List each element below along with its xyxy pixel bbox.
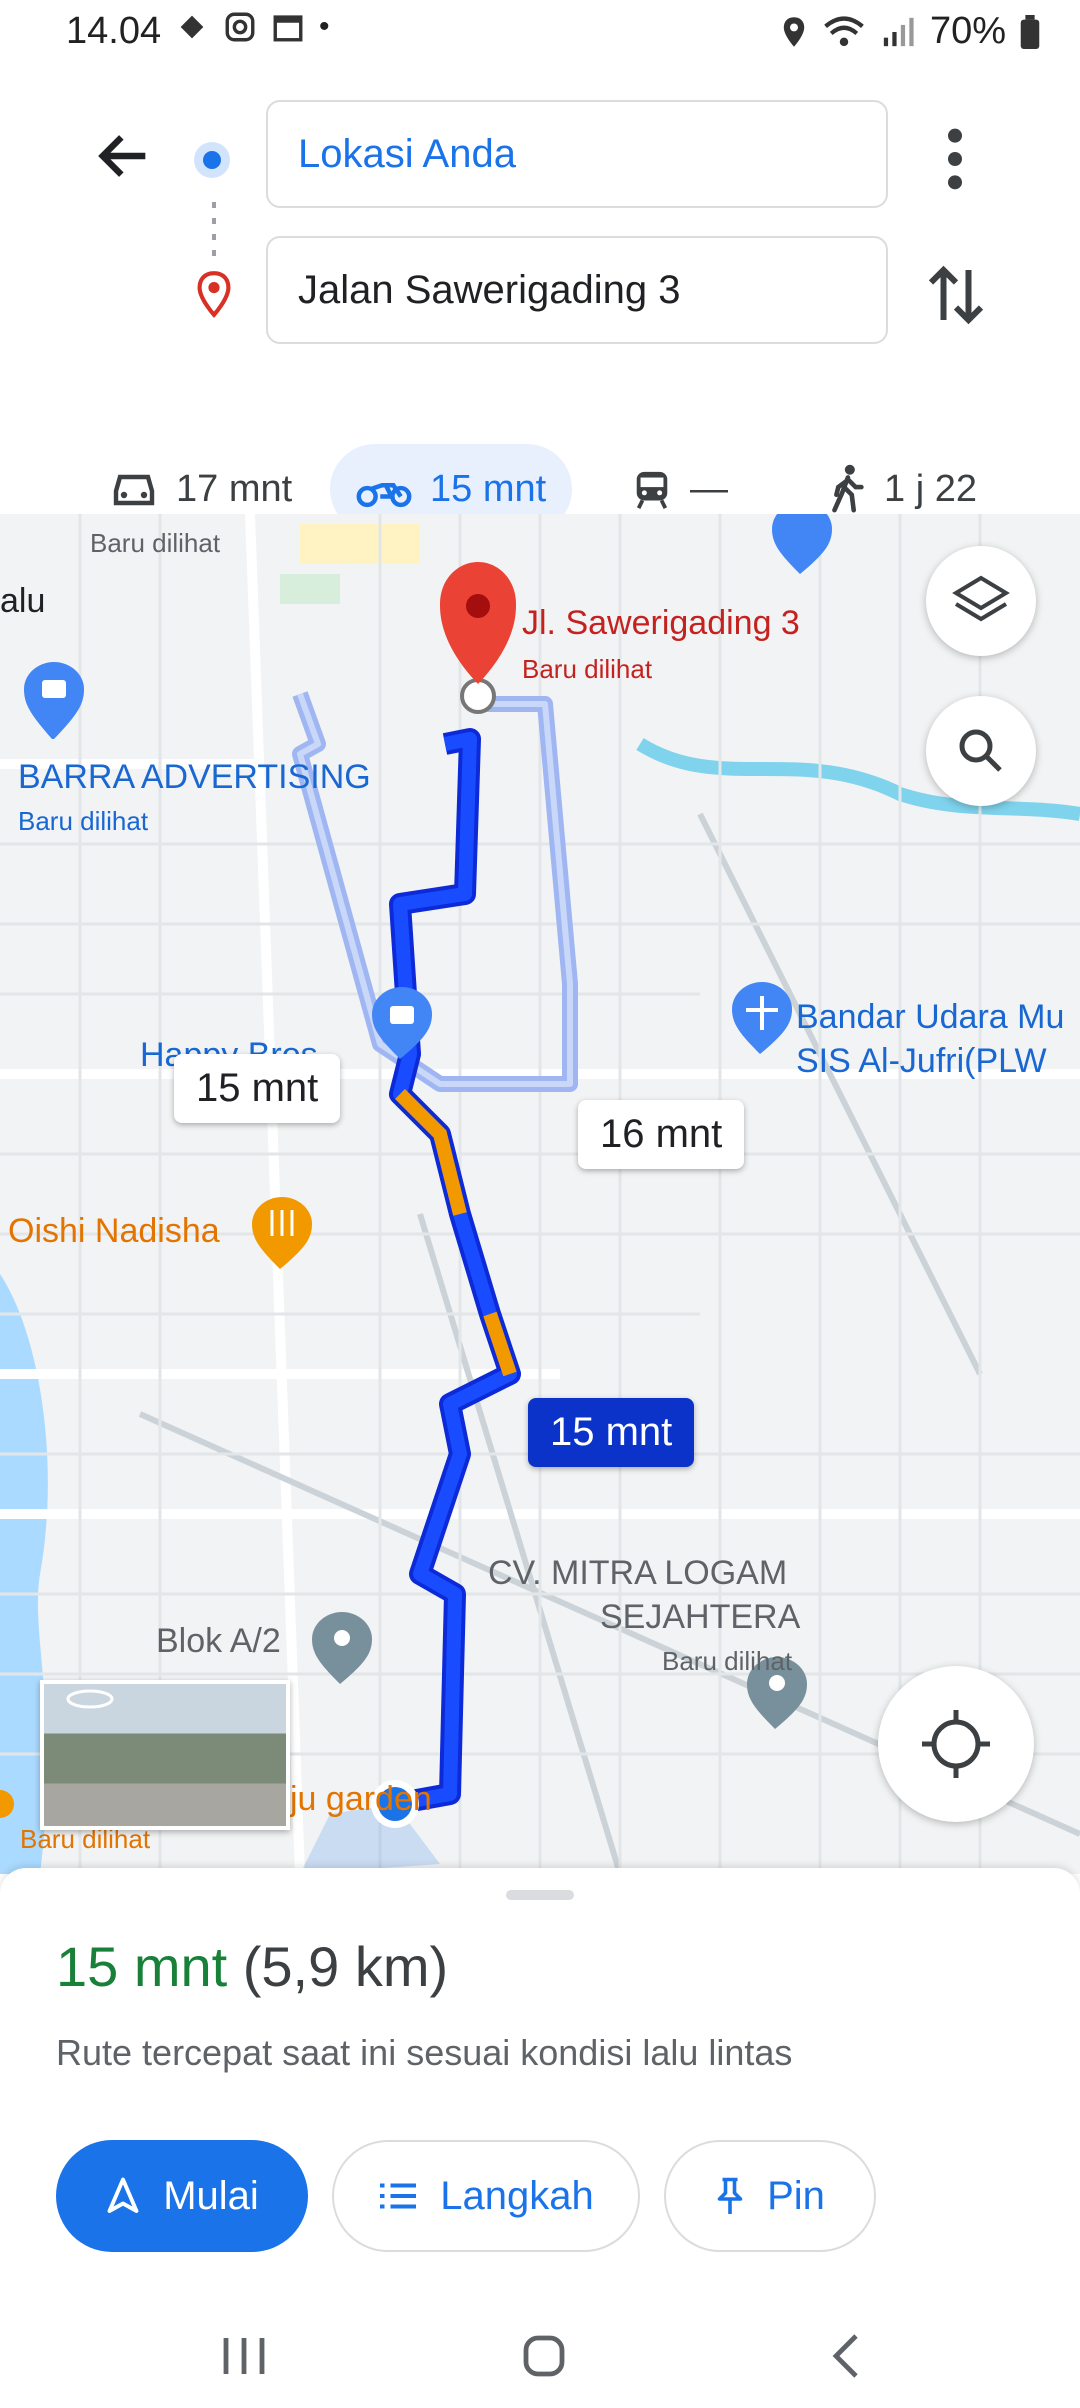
cv-sub: Baru dilihat: [662, 1646, 793, 1676]
start-label: Mulai: [163, 2173, 259, 2218]
battery-icon: [1020, 14, 1040, 49]
route-note: Rute tercepat saat ini sesuai kondisi la…: [56, 2032, 793, 2073]
dot-icon: •: [319, 10, 330, 43]
shopping-marker-icon: [24, 662, 84, 739]
pin-button[interactable]: Pin: [664, 2140, 876, 2252]
transit-icon: [636, 471, 668, 509]
navigation-arrow-icon: [107, 2177, 139, 2213]
garden-label[interactable]: ju garden: [290, 1780, 432, 1819]
search-button[interactable]: [926, 696, 1036, 806]
tab-transit-label: —: [690, 467, 728, 510]
origin-dot-icon: [194, 142, 230, 178]
origin-field[interactable]: Lokasi Anda: [266, 100, 888, 208]
steps-button[interactable]: Langkah: [332, 2140, 640, 2252]
traffic-segment-2: [483, 1311, 517, 1377]
route-summary-sheet[interactable]: 15 mnt (5,9 km) Rute tercepat saat ini s…: [0, 1868, 1080, 2304]
shop-marker-icon: [772, 514, 832, 574]
wifi-icon: [824, 15, 864, 46]
map-view[interactable]: Baru dilihat alu Jl. Sawerigading 3 Baru…: [0, 514, 1080, 1874]
destination-marker-icon: [440, 562, 516, 684]
pin-label: Pin: [767, 2173, 825, 2218]
recent-apps-icon[interactable]: [214, 2326, 274, 2386]
layers-button[interactable]: [926, 546, 1036, 656]
main-route-line: [393, 732, 517, 1811]
my-location-button[interactable]: [878, 1666, 1034, 1822]
directions-header: Lokasi Anda Jalan Sawerigading 3 17 mnt …: [0, 64, 1080, 534]
battery-percent: 70%: [929, 10, 1006, 52]
back-arrow-icon[interactable]: [92, 124, 156, 188]
walk-icon: [832, 464, 864, 513]
instagram-icon: [225, 12, 255, 42]
system-nav-bar: [0, 2304, 1080, 2408]
list-icon: [380, 2183, 417, 2209]
tab-walk-label: 1 j 22: [884, 467, 977, 510]
selected-route-chip[interactable]: 15 mnt: [528, 1398, 695, 1467]
poi-sub-top: Baru dilihat: [90, 528, 221, 558]
steps-label: Langkah: [440, 2173, 594, 2218]
more-options-icon[interactable]: [930, 124, 980, 194]
swap-icon[interactable]: [926, 260, 986, 330]
tiktok-icon: [180, 15, 204, 39]
crosshair-icon: [922, 1710, 990, 1778]
layers-icon: [952, 575, 1010, 622]
oishi-label[interactable]: Oishi Nadisha: [8, 1212, 220, 1251]
start-button[interactable]: Mulai: [56, 2140, 308, 2252]
destination-field[interactable]: Jalan Sawerigading 3: [266, 236, 888, 344]
search-icon: [959, 729, 1002, 772]
system-icons: 70%: [780, 10, 1040, 53]
route-connector: [212, 202, 216, 262]
status-time: 14.04: [66, 10, 162, 52]
alt-route-chip-2[interactable]: 16 mnt: [578, 1100, 745, 1169]
signal-icon: [883, 17, 914, 46]
street-view-360-icon: [66, 1689, 114, 1709]
route-summary: 15 mnt (5,9 km): [56, 1934, 448, 1999]
home-icon[interactable]: [514, 2326, 574, 2386]
tab-motorcycle-label: 15 mnt: [430, 467, 547, 510]
back-nav-icon[interactable]: [818, 2326, 878, 2386]
park-area: [280, 574, 340, 604]
street-view-thumbnail[interactable]: [40, 1680, 290, 1830]
destination-pin-icon: [197, 271, 231, 318]
cv-label-1[interactable]: CV. MITRA LOGAM: [488, 1554, 787, 1593]
status-bar: 14.04 • 70%: [0, 0, 1080, 64]
route-end-circle: [460, 678, 496, 714]
car-icon: [113, 474, 155, 506]
location-icon: [783, 16, 805, 47]
cv-label-2: SEJAHTERA: [600, 1598, 801, 1636]
route-distance: (5,9 km): [242, 1935, 449, 1998]
destination-label[interactable]: Jl. Sawerigading 3: [522, 604, 800, 643]
route-time: 15 mnt: [56, 1935, 228, 1998]
barra-sub: Baru dilihat: [18, 806, 149, 836]
barra-label[interactable]: BARRA ADVERTISING: [18, 758, 371, 797]
sheet-handle[interactable]: [506, 1890, 574, 1900]
pin-icon: [717, 2177, 743, 2214]
motorcycle-icon: [356, 483, 412, 508]
alt-route-chip-1[interactable]: 15 mnt: [174, 1054, 341, 1123]
calendar-icon: [273, 15, 303, 42]
building-area: [300, 524, 420, 564]
airport-label-2: SIS Al-Jufri(PLW: [796, 1042, 1047, 1080]
palu-label: alu: [0, 582, 46, 620]
airport-label-1[interactable]: Bandar Udara Mu: [796, 998, 1064, 1037]
blok-label[interactable]: Blok A/2: [156, 1622, 281, 1661]
notification-icons: •: [175, 10, 330, 44]
destination-sub: Baru dilihat: [522, 654, 653, 684]
tab-car-label: 17 mnt: [176, 467, 293, 510]
